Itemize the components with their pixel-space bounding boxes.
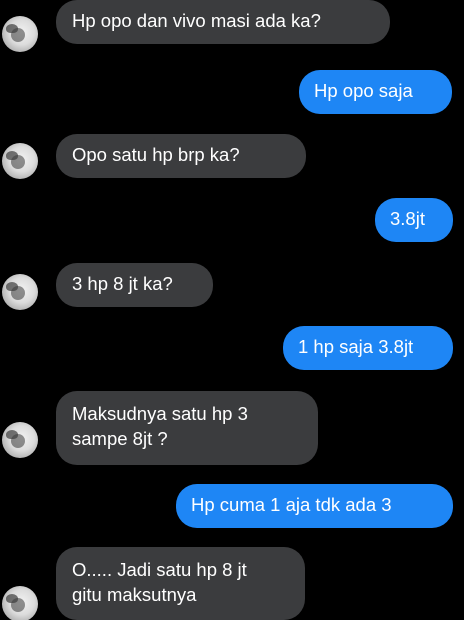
message-text: Opo satu hp brp ka? [72,144,240,165]
message-text: Hp cuma 1 aja tdk ada 3 [191,494,392,515]
incoming-message-bubble[interactable]: 3 hp 8 jt ka? [56,263,213,307]
incoming-message-bubble[interactable]: Hp opo dan vivo masi ada ka? [56,0,390,44]
avatar-face [11,598,25,612]
message-text: gitu maksutnya [72,584,197,605]
outgoing-message-bubble[interactable]: 3.8jt [375,198,453,242]
message-text: O..... Jadi satu hp 8 jt [72,559,247,580]
chat-screen: Hp opo dan vivo masi ada ka? Hp opo saja… [0,0,464,620]
contact-avatar[interactable] [2,143,38,179]
incoming-message-bubble[interactable]: Maksudnya satu hp 3 sampe 8jt ? [56,391,318,465]
incoming-message-bubble[interactable]: O..... Jadi satu hp 8 jt gitu maksutnya [56,547,305,620]
avatar-face [11,28,25,42]
contact-avatar[interactable] [2,274,38,310]
message-text: Hp opo saja [314,80,413,101]
contact-avatar[interactable] [2,16,38,52]
contact-avatar[interactable] [2,586,38,620]
outgoing-message-bubble[interactable]: Hp cuma 1 aja tdk ada 3 [176,484,453,528]
incoming-message-bubble[interactable]: Opo satu hp brp ka? [56,134,306,178]
avatar-face [11,155,25,169]
contact-avatar[interactable] [2,422,38,458]
message-text: 1 hp saja 3.8jt [298,336,414,357]
avatar-face [11,434,25,448]
message-text: 3.8jt [390,208,425,229]
message-text: 3 hp 8 jt ka? [72,273,173,294]
outgoing-message-bubble[interactable]: Hp opo saja [299,70,452,114]
avatar-face [11,286,25,300]
outgoing-message-bubble[interactable]: 1 hp saja 3.8jt [283,326,453,370]
message-text: Hp opo dan vivo masi ada ka? [72,10,321,31]
message-text: Maksudnya satu hp 3 [72,403,248,424]
message-text: sampe 8jt ? [72,428,168,449]
